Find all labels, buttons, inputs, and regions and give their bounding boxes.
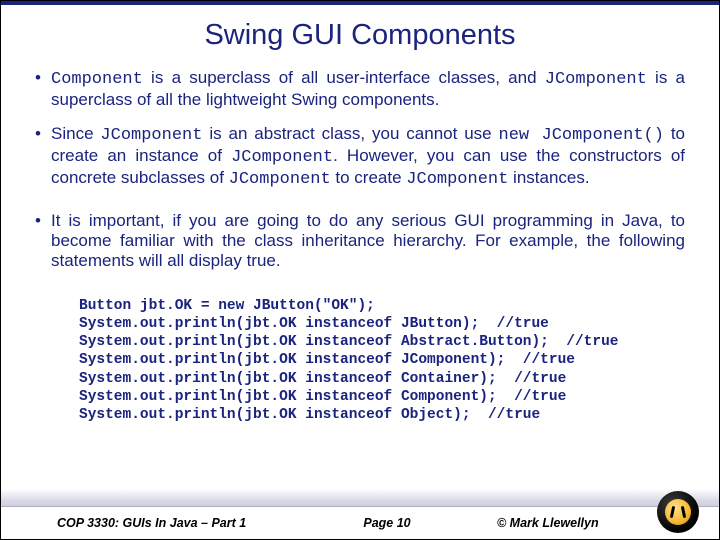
footer: COP 3330: GUIs In Java – Part 1 Page 10 … (1, 489, 719, 539)
bullet-text: Since JComponent is an abstract class, y… (51, 124, 685, 190)
slide-title: Swing GUI Components (1, 5, 719, 68)
footer-course: COP 3330: GUIs In Java – Part 1 (57, 516, 297, 530)
bullet-text: It is important, if you are going to do … (51, 211, 685, 271)
text-span: to create (331, 168, 407, 187)
slide: Swing GUI Components •Component is a sup… (0, 0, 720, 540)
bullet-dot: • (35, 68, 51, 110)
bullet-dot: • (35, 124, 51, 190)
code-span: Component (51, 70, 143, 89)
footer-gradient (1, 489, 719, 507)
slide-body: •Component is a superclass of all user-i… (1, 68, 719, 424)
text-span: Since (51, 124, 100, 143)
text-span: instances. (508, 168, 589, 187)
text-span: is an abstract class, you cannot use (202, 124, 498, 143)
code-span: JComponent (100, 126, 202, 145)
footer-bar: COP 3330: GUIs In Java – Part 1 Page 10 … (1, 507, 719, 539)
bullet-dot: • (35, 211, 51, 271)
bullet-item: •Component is a superclass of all user-i… (35, 68, 685, 110)
code-span: JComponent (229, 170, 331, 189)
code-span: JComponent (231, 148, 333, 167)
footer-page: Page 10 (297, 516, 477, 530)
code-span: JComponent (545, 70, 647, 89)
text-span: It is important, if you are going to do … (51, 211, 685, 270)
code-span: new JComponent() (499, 126, 664, 145)
bullet-item: •It is important, if you are going to do… (35, 211, 685, 271)
ucf-logo-icon (657, 491, 699, 533)
text-span: is a superclass of all user-interface cl… (143, 68, 545, 87)
code-span: JComponent (406, 170, 508, 189)
code-block: Button jbt.OK = new JButton("OK"); Syste… (35, 285, 685, 424)
bullet-text: Component is a superclass of all user-in… (51, 68, 685, 110)
bullet-item: •Since JComponent is an abstract class, … (35, 124, 685, 190)
